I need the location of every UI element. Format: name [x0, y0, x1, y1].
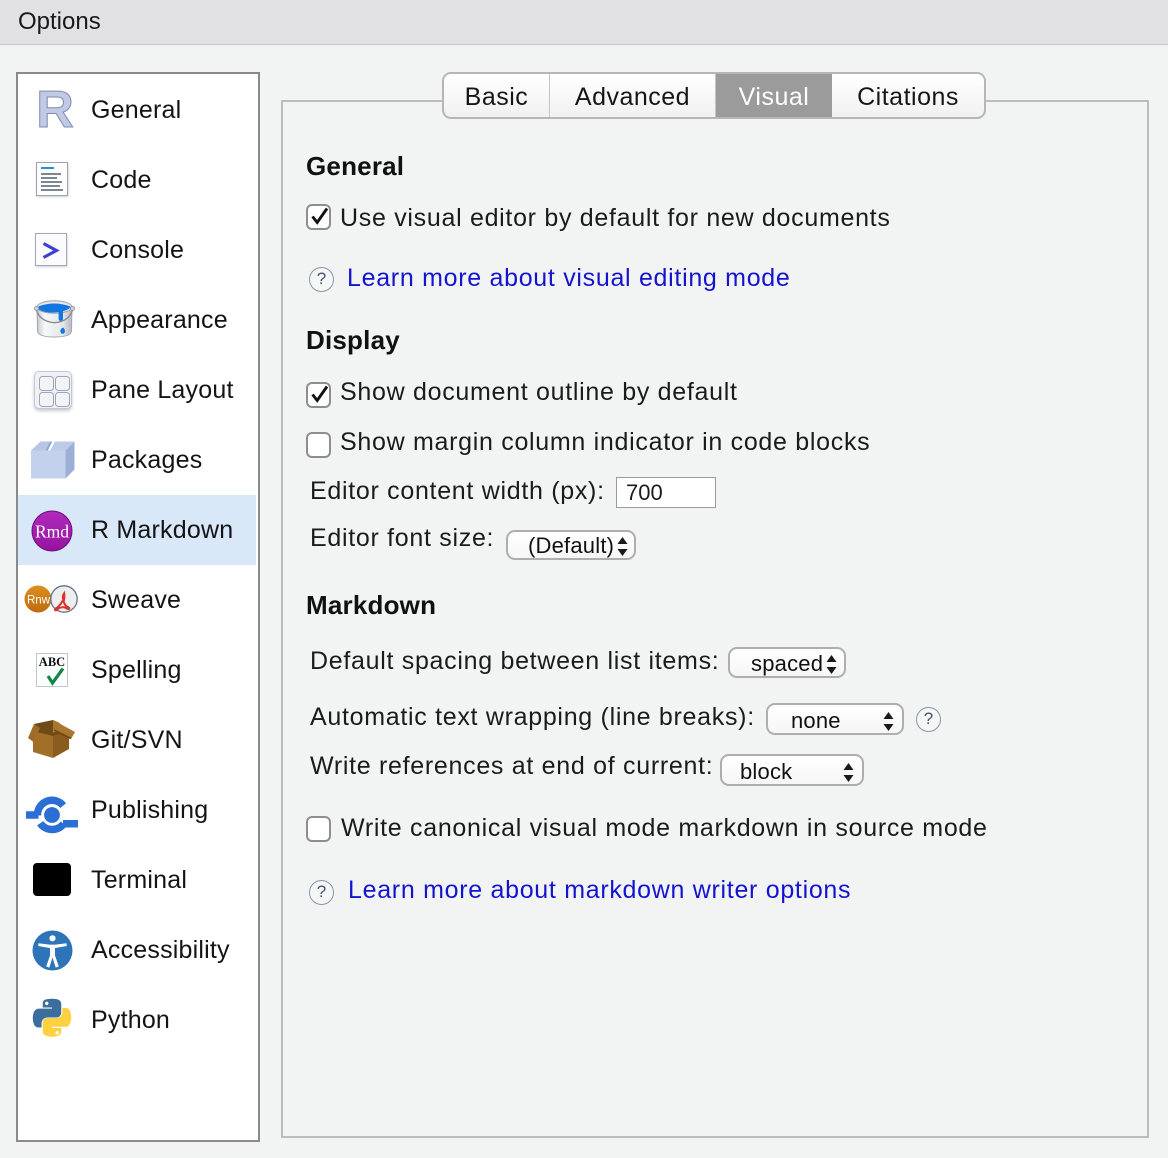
svg-text:Rnw: Rnw: [27, 595, 51, 607]
svg-text:Rmd: Rmd: [35, 522, 69, 542]
